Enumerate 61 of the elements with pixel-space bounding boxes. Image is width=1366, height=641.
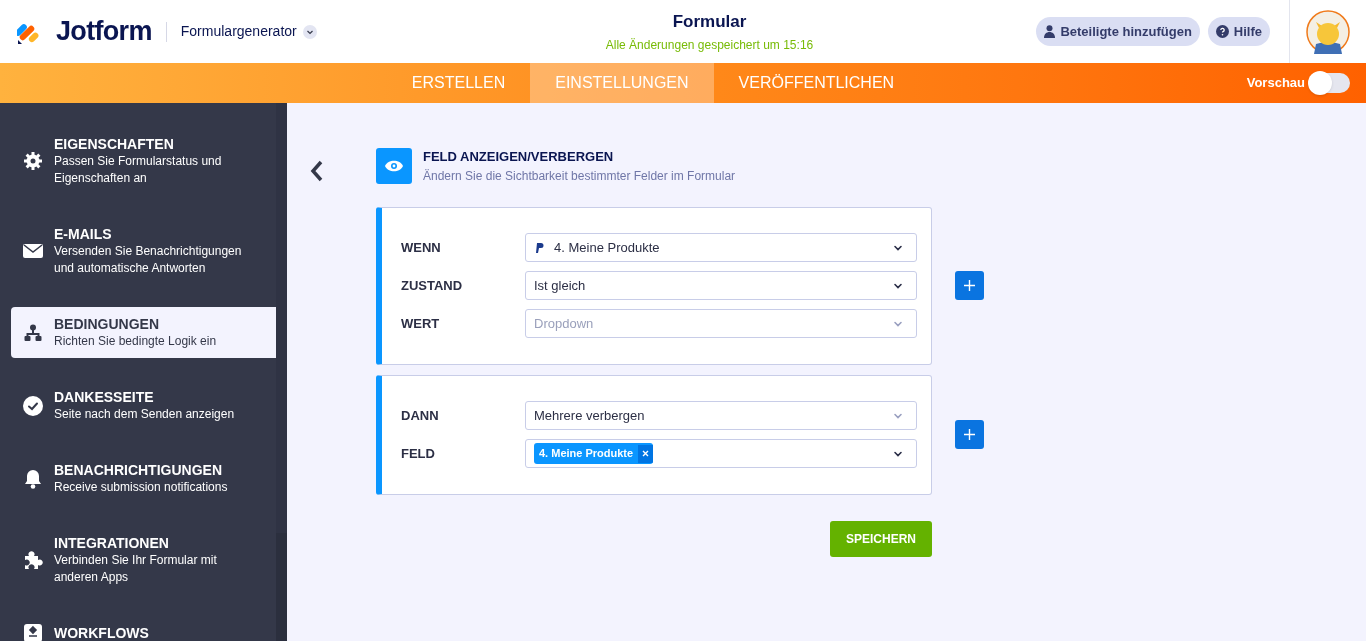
avatar[interactable] <box>1306 9 1350 54</box>
row-label: WENN <box>401 238 442 257</box>
bell-icon <box>24 468 42 489</box>
gear-icon <box>23 151 43 171</box>
sidebar-item[interactable]: BEDINGUNGEN Richten Sie bedingte Logik ein <box>11 307 276 358</box>
preview-label: Vorschau <box>1246 74 1305 93</box>
close-icon <box>642 450 650 457</box>
logo-text: Jotform <box>56 15 152 49</box>
invite-button[interactable]: Beteiligte hinzufügen <box>1036 17 1200 46</box>
item-title: DANKESSEITE <box>54 388 155 406</box>
section-title: FELD ANZEIGEN/VERBERGEN <box>423 148 615 166</box>
builder-dropdown[interactable]: Formulargenerator <box>180 21 317 42</box>
sidebar-item[interactable]: EIGENSCHAFTEN Passen Sie Formularstatus und Eigenschaften an <box>11 127 276 195</box>
select-value: 4. Meine Produkte <box>554 238 660 257</box>
item-title: WORKFLOWS <box>54 624 149 641</box>
item-description: Verbinden Sie Ihr Formular mit anderen Apps <box>54 552 218 586</box>
item-title: EIGENSCHAFTEN <box>54 135 175 153</box>
sidebar-item[interactable]: INTEGRATIONEN Verbinden Sie Ihr Formular mit anderen Apps <box>11 526 276 594</box>
select-value: Ist gleich <box>534 276 586 295</box>
puzzle-icon <box>23 550 43 570</box>
row-label: ZUSTAND <box>401 276 464 295</box>
item-description: Seite nach dem Senden anzeigen <box>54 406 235 423</box>
add-button[interactable] <box>955 271 984 300</box>
eye-icon <box>376 147 412 184</box>
help-icon <box>1215 25 1229 38</box>
paypal-icon <box>534 241 546 254</box>
form-title: Formular <box>672 11 747 34</box>
add-button[interactable] <box>955 420 984 449</box>
remove-tag-button[interactable] <box>638 444 654 463</box>
sidebar-item[interactable]: WORKFLOWS <box>11 616 276 641</box>
person-icon <box>1044 25 1056 38</box>
hierarchy-icon <box>24 323 42 342</box>
item-title: BEDINGUNGEN <box>54 315 160 333</box>
select-value: Mehrere verbergen <box>534 406 645 425</box>
select-field[interactable]: Ist gleich <box>525 271 917 300</box>
item-description: Passen Sie Formularstatus und Eigenschaften an <box>54 153 223 187</box>
sidebar-item[interactable]: BENACHRICHTIGUNGEN Receive submission notifications <box>11 453 276 504</box>
row-label: DANN <box>401 406 440 425</box>
section-subtitle: Ändern Sie die Sichtbarkeit bestimmter Felder im Formular <box>423 167 736 185</box>
item-description: Versenden Sie Benachrichtigungen und automatische Antworten <box>54 243 243 277</box>
check-circle-icon <box>23 395 43 416</box>
item-title: BENACHRICHTIGUNGEN <box>54 461 223 479</box>
item-title: INTEGRATIONEN <box>54 534 170 552</box>
sidebar-item[interactable]: E-MAILS Versenden Sie Benachrichtigungen und automatische Antworten <box>11 217 276 285</box>
chevron-left-icon <box>310 159 324 183</box>
sidebar-item[interactable]: DANKESSEITE Seite nach dem Senden anzeigen <box>11 380 276 431</box>
item-description: Richten Sie bedingte Logik ein <box>54 333 217 350</box>
plus-icon <box>964 429 975 440</box>
select-field[interactable]: 4. Meine Produkte <box>525 233 917 262</box>
select-field[interactable]: Mehrere verbergen <box>525 401 917 430</box>
tag-label: 4. Meine Produkte <box>538 446 635 462</box>
plus-icon <box>964 280 975 291</box>
item-description: Receive submission notifications <box>54 479 228 496</box>
help-button[interactable]: Hilfe <box>1207 17 1270 46</box>
item-title: E-MAILS <box>54 225 113 243</box>
envelope-icon <box>23 243 43 259</box>
row-label: FELD <box>401 444 436 463</box>
select-placeholder: Dropdown <box>534 314 594 333</box>
save-status: Alle Änderungen gespeichert um 15:16 <box>605 36 814 54</box>
preview-toggle[interactable] <box>1310 73 1350 93</box>
row-label: WERT <box>401 314 441 333</box>
